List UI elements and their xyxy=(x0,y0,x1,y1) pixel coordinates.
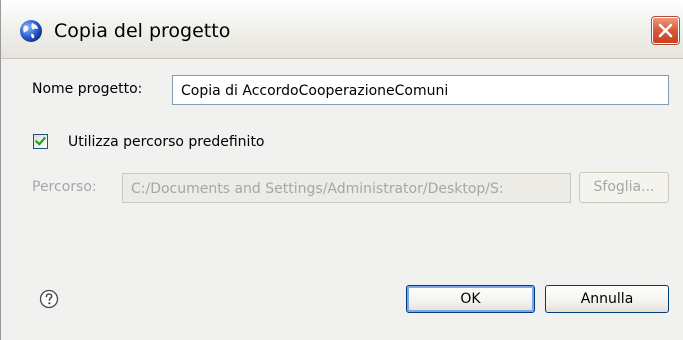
check-icon xyxy=(35,136,46,146)
globe-icon xyxy=(20,20,42,42)
help-icon[interactable] xyxy=(39,289,59,309)
browse-button[interactable]: Sfoglia... xyxy=(579,172,669,203)
close-button[interactable] xyxy=(651,16,680,45)
close-icon xyxy=(658,23,673,38)
location-input[interactable]: C:/Documents and Settings/Administrator/… xyxy=(122,173,571,203)
dialog-window: Copia del progetto Nome progetto: Copia … xyxy=(0,0,683,340)
title-bar[interactable]: Copia del progetto xyxy=(1,0,683,59)
use-default-location-checkbox[interactable] xyxy=(33,134,48,149)
cancel-button[interactable]: Annulla xyxy=(545,285,669,313)
location-label: Percorso: xyxy=(32,179,97,195)
project-name-label: Nome progetto: xyxy=(32,81,143,97)
window-title: Copia del progetto xyxy=(54,20,231,42)
project-name-input[interactable]: Copia di AccordoCooperazioneComuni xyxy=(172,75,669,105)
use-default-location-label[interactable]: Utilizza percorso predefinito xyxy=(68,133,265,151)
ok-button[interactable]: OK xyxy=(406,285,535,313)
